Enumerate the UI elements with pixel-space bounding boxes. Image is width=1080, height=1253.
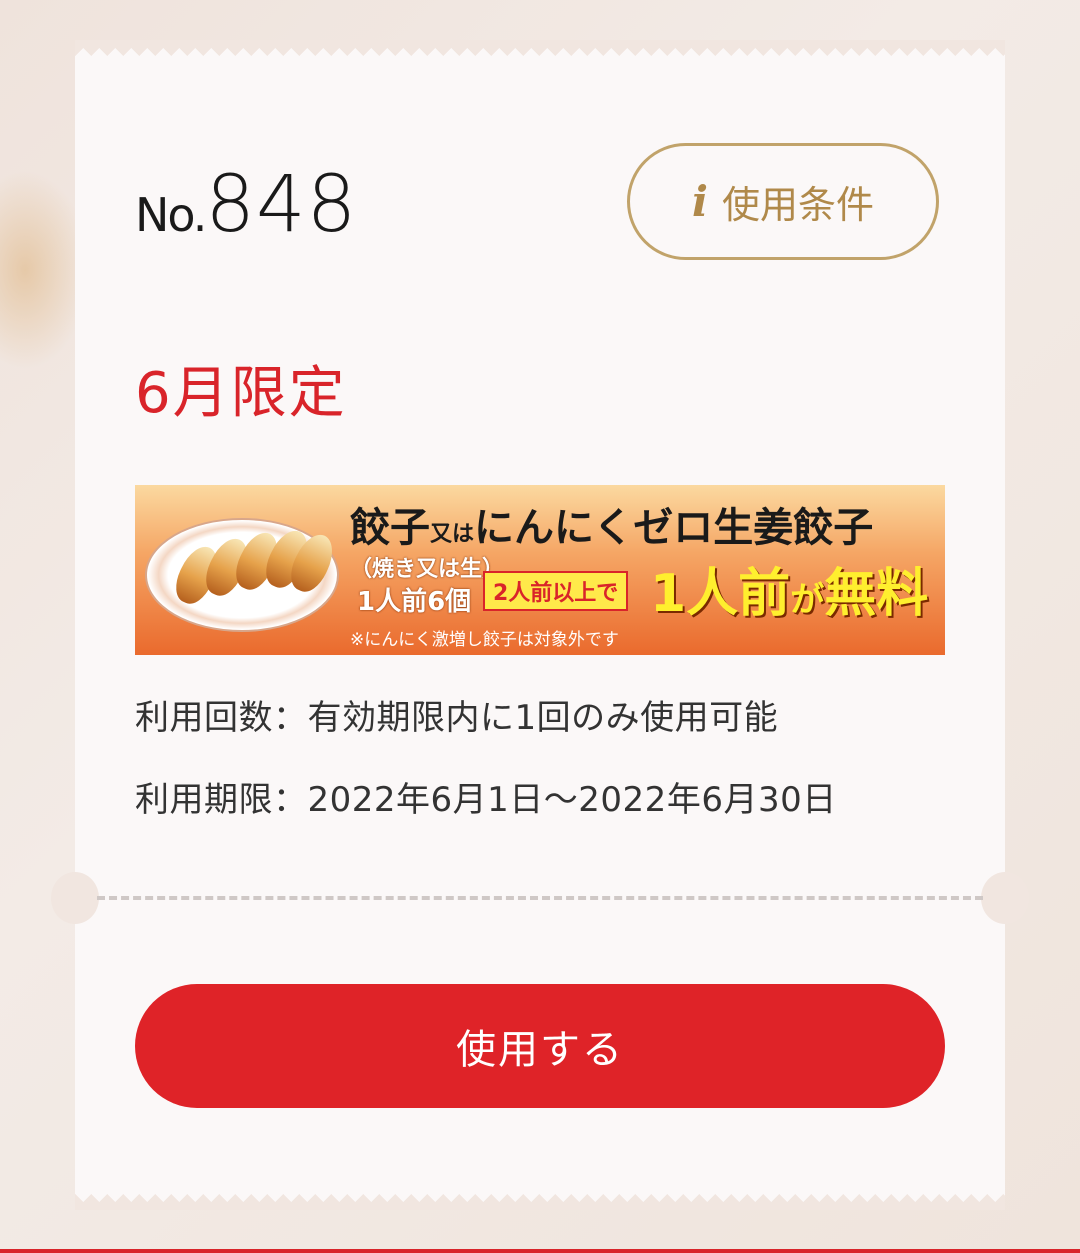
ticket-edge-bottom — [75, 1194, 1005, 1210]
coupon-number-prefix: No. — [135, 188, 207, 242]
perforation-divider — [97, 896, 983, 900]
info-icon: i — [692, 177, 708, 226]
usage-period: 利用期限：2022年6月1日〜2022年6月30日 — [135, 780, 837, 820]
usage-count: 利用回数：有効期限内に1回のみ使用可能 — [135, 698, 779, 738]
bottom-accent-line — [0, 1249, 1080, 1253]
use-coupon-button[interactable]: 使用する — [135, 984, 945, 1108]
ticket-notch-right — [981, 872, 1029, 924]
banner-title: 餃子又はにんにくゼロ生姜餃子 — [350, 495, 873, 553]
coupon-number-value: 848 — [205, 160, 358, 250]
ticket-edge-top — [75, 40, 1005, 56]
coupon-number: No. 848 — [135, 160, 357, 250]
banner-free-particle: が — [790, 580, 825, 620]
banner-note: ※にんにく激増し餃子は対象外です — [350, 630, 619, 650]
limited-label: 6月限定 — [135, 361, 347, 426]
banner-free: 1人前が無料 — [650, 551, 928, 626]
usage-conditions-label: 使用条件 — [721, 185, 874, 227]
ticket-notch-left — [51, 872, 99, 924]
banner-free-portion: 1人前 — [650, 564, 791, 624]
banner-title-rest: にんにくゼロ生姜餃子 — [474, 505, 874, 551]
coupon-ticket: No. 848 i 使用条件 6月限定 餃子又はにんにくゼロ生姜餃子 （焼き又は… — [51, 40, 1029, 1210]
coupon-banner-image: 餃子又はにんにくゼロ生姜餃子 （焼き又は生） 1人前6個 2人前以上で 1人前が… — [135, 485, 945, 655]
banner-condition: 2人前以上で — [483, 571, 629, 611]
banner-type: （焼き又は生） — [350, 557, 505, 582]
banner-portion: 1人前6個 — [357, 587, 472, 617]
usage-conditions-button[interactable]: i 使用条件 — [627, 143, 939, 260]
banner-free-word: 無料 — [824, 564, 929, 624]
banner-title-or: 又は — [430, 522, 475, 547]
banner-title-main: 餃子 — [350, 505, 430, 551]
